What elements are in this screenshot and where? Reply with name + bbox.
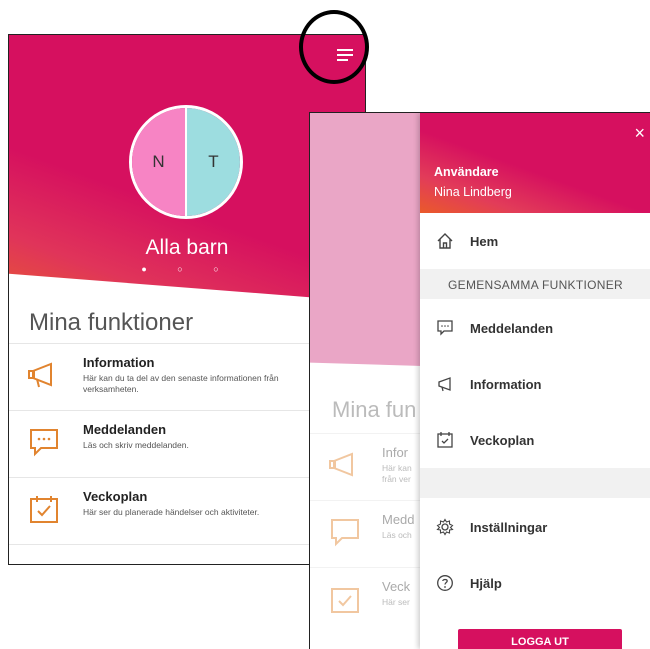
- item-description: Här kan du ta del av den senaste informa…: [83, 373, 279, 394]
- drawer-item-label: Information: [470, 376, 542, 392]
- close-icon[interactable]: ×: [634, 123, 645, 144]
- drawer-header: × Användare Nina Lindberg: [420, 113, 650, 213]
- dimmed-section-title: Mina fun: [332, 397, 417, 422]
- item-description: från ver: [382, 474, 411, 484]
- item-description: Här ser: [382, 597, 410, 607]
- item-description: Här ser du planerade händelser och aktiv…: [83, 507, 260, 517]
- item-description: Här kan: [382, 463, 412, 473]
- item-title: Information: [83, 355, 155, 370]
- message-icon: [331, 519, 359, 547]
- user-name: Nina Lindberg: [434, 185, 512, 199]
- gear-icon: [436, 518, 454, 536]
- calendar-check-icon: [437, 432, 453, 448]
- section-header: GEMENSAMMA FUNKTIONER: [448, 278, 623, 292]
- drawer-item-meddelanden[interactable]: Meddelanden: [420, 308, 650, 348]
- megaphone-icon: [438, 377, 451, 392]
- drawer-item-hjalp[interactable]: Hjälp: [420, 563, 650, 603]
- drawer-item-label: Hjälp: [470, 575, 502, 591]
- drawer-item-installningar[interactable]: Inställningar: [420, 507, 650, 547]
- drawer-item-veckoplan[interactable]: Veckoplan: [420, 420, 650, 460]
- drawer-item-label: Veckoplan: [470, 432, 535, 448]
- megaphone-icon: [329, 452, 353, 477]
- help-icon: [437, 575, 453, 591]
- item-description: Läs och: [382, 530, 412, 540]
- highlight-circle: [299, 10, 369, 84]
- item-title: Veckoplan: [83, 489, 148, 504]
- drawer-item-information[interactable]: Information: [420, 364, 650, 404]
- home-icon: [437, 233, 453, 249]
- item-title: Infor: [382, 445, 409, 460]
- item-description: Läs och skriv meddelanden.: [83, 440, 189, 450]
- section-title: Mina funktioner: [29, 309, 194, 336]
- calendar-check-icon: [331, 588, 359, 613]
- navigation-drawer: × Användare Nina Lindberg Hem GEMENSAMMA…: [420, 113, 650, 649]
- menu-open-screen: Mina fun Infor Här kan från ver Medd Läs…: [309, 112, 650, 649]
- drawer-spacer: [420, 468, 650, 498]
- child-avatar[interactable]: N T: [129, 105, 243, 219]
- drawer-item-label: Hem: [470, 233, 499, 249]
- drawer-item-label: Inställningar: [470, 519, 548, 535]
- message-icon: [30, 429, 58, 457]
- user-label: Användare: [434, 165, 499, 179]
- drawer-item-label: Meddelanden: [470, 320, 554, 336]
- item-title: Meddelanden: [83, 422, 167, 437]
- calendar-check-icon: [30, 496, 58, 523]
- message-icon: [437, 320, 453, 336]
- item-title: Veck: [382, 579, 411, 594]
- logout-button[interactable]: LOGGA UT: [458, 629, 622, 649]
- megaphone-icon: [28, 362, 52, 388]
- item-title: Medd: [382, 512, 415, 527]
- drawer-item-hem[interactable]: Hem: [420, 221, 650, 261]
